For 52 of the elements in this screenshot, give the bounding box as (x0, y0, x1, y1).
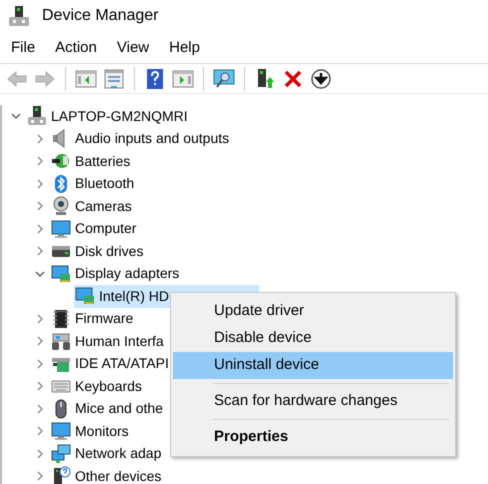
tree-item[interactable]: Computer (50, 218, 226, 240)
tree-item-label: Monitors (75, 422, 129, 441)
tree-item-label: IDE ATA/ATAPI (75, 354, 169, 374)
tree-item-label: Other devices (75, 466, 162, 484)
menu-item[interactable]: Help (162, 37, 207, 60)
computer-tower-icon (27, 106, 47, 126)
unknown-device-icon (51, 466, 71, 484)
tree-item-label: Cameras (75, 196, 132, 216)
properties-icon (103, 68, 125, 90)
menu-item[interactable]: Uninstall device (173, 352, 453, 379)
menu-item[interactable]: Action (48, 37, 104, 60)
download-icon (310, 68, 332, 90)
display-adapter-icon (51, 264, 71, 284)
tree-item-label: Firmware (75, 309, 134, 328)
keyboard-device-icon (51, 331, 71, 352)
tree-item[interactable]: Cameras (50, 195, 222, 218)
tree-item-label: Computer (75, 219, 136, 238)
monitor-search-icon (213, 68, 235, 90)
menu-item[interactable]: Disable device (173, 325, 453, 352)
tree-item-label: Disk drives (75, 242, 144, 261)
menu-item[interactable]: Scan for hardware changes (173, 388, 453, 415)
tree-item-label: Keyboards (75, 376, 142, 396)
display-adapter-icon (75, 286, 95, 306)
tree-item[interactable]: Disk drives (50, 240, 234, 262)
menu-item[interactable]: File (4, 37, 42, 60)
chip-icon (51, 308, 71, 329)
tree-item[interactable]: Bluetooth (50, 172, 224, 195)
menu-item[interactable]: View (110, 37, 156, 60)
tree-item-label: Audio inputs and outputs (75, 129, 230, 148)
network-icon (51, 444, 71, 464)
tree-item[interactable]: Audio inputs and outputs (50, 128, 320, 150)
action-pane-icon (172, 68, 194, 90)
tree-item-label: Bluetooth (75, 174, 134, 194)
webcam-icon (51, 196, 71, 216)
menu-item[interactable]: Properties (173, 424, 453, 451)
monitor-icon (51, 421, 71, 442)
tree-item-label: Mice and othe (75, 399, 163, 418)
device-manager-icon (8, 5, 30, 27)
tree-item-label: Display adapters (75, 264, 180, 284)
window-title: Device Manager (42, 6, 158, 26)
tree-item[interactable]: Other devices (50, 465, 252, 484)
tree-item[interactable]: LAPTOP-GM2NQMRI (26, 105, 278, 128)
tree-item-label: Network adap (75, 444, 162, 464)
tree-item[interactable]: Display adapters (50, 262, 270, 285)
tree-item[interactable]: Batteries (50, 150, 220, 172)
monitor-icon (51, 218, 71, 239)
tree-item-label: Human Interfa (75, 332, 164, 351)
tree-item-label: LAPTOP-GM2NQMRI (51, 106, 188, 126)
console-tree-icon (75, 68, 97, 90)
tree-item-label: Batteries (75, 152, 130, 171)
help-icon (144, 68, 166, 90)
tree-item-label: Intel(R) HD (99, 286, 170, 306)
